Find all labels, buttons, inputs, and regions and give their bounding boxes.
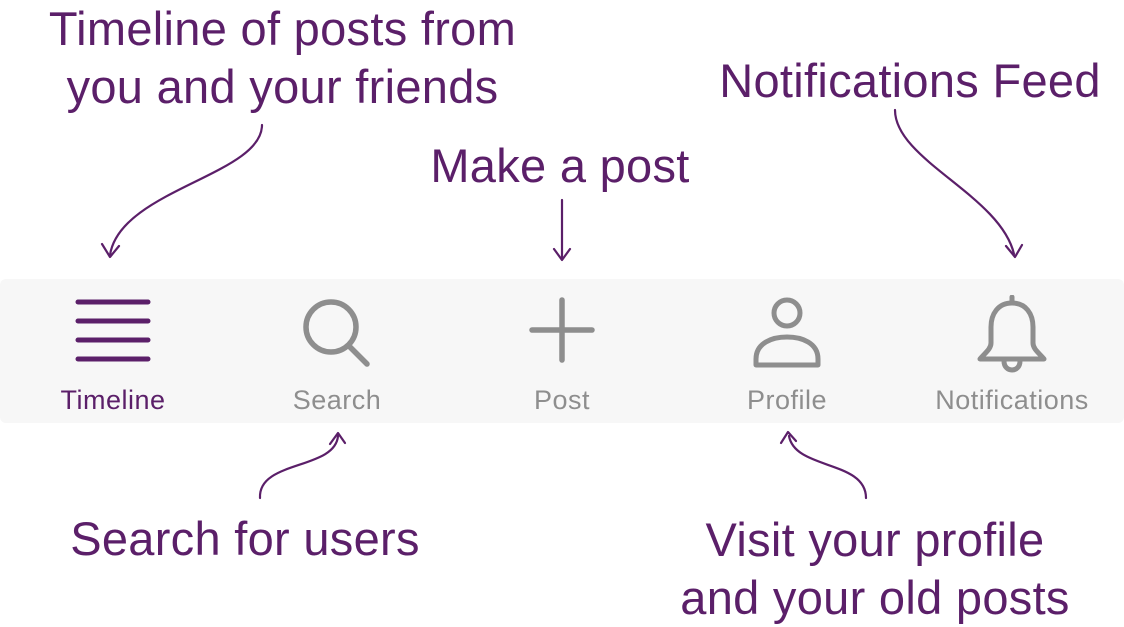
hamburger-menu-icon <box>73 295 153 375</box>
tab-search[interactable]: Search <box>237 279 437 423</box>
search-annotation: Search for users <box>70 512 420 565</box>
bell-icon <box>972 295 1052 375</box>
post-arrowhead <box>552 247 572 262</box>
profile-annotation: Visit your profile and your old posts <box>680 513 1070 624</box>
tab-notifications[interactable]: Notifications <box>912 279 1112 423</box>
tab-label-profile: Profile <box>746 385 828 415</box>
tab-timeline[interactable]: Timeline <box>13 279 213 423</box>
timeline-arrowhead <box>100 242 121 259</box>
plus-icon <box>522 295 602 375</box>
tab-label-search: Search <box>292 385 382 415</box>
tab-profile[interactable]: Profile <box>687 279 887 423</box>
tab-label-post: Post <box>533 385 591 415</box>
search-arrowhead <box>328 431 347 446</box>
timeline-annotation: Timeline of posts from you and your frie… <box>48 2 517 113</box>
bottom-tab-bar: Timeline Search Post Profile Notificatio… <box>0 279 1124 423</box>
post-annotation: Make a post <box>430 139 690 192</box>
notifications-arrow <box>893 108 1016 256</box>
tab-label-notifications: Notifications <box>935 385 1089 415</box>
search-arrow <box>258 434 340 500</box>
profile-arrowhead <box>779 430 798 445</box>
search-icon <box>297 295 377 375</box>
notifications-annotation: Notifications Feed <box>719 54 1101 107</box>
tab-label-timeline: Timeline <box>60 385 166 415</box>
timeline-arrow <box>108 123 264 257</box>
profile-arrow <box>787 434 868 500</box>
person-icon <box>747 295 827 375</box>
notifications-arrowhead <box>1004 243 1024 259</box>
tab-post[interactable]: Post <box>462 279 662 423</box>
